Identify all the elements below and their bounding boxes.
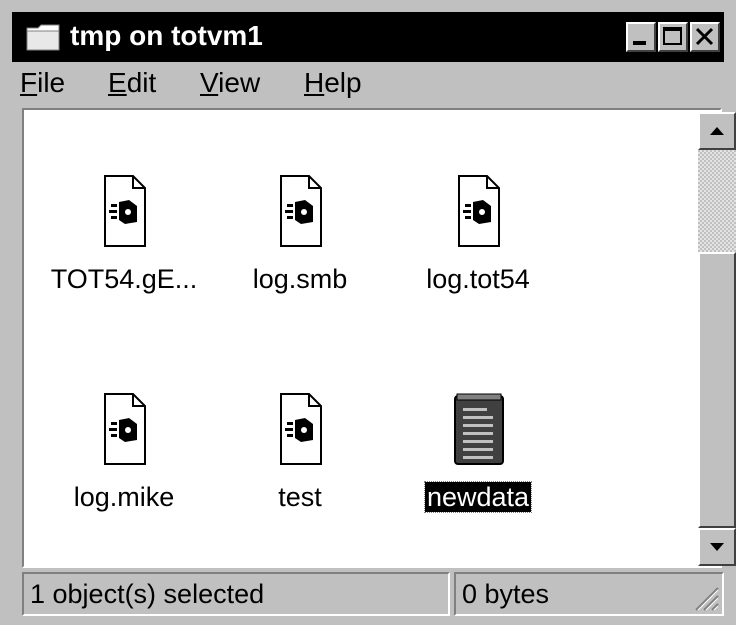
scrollbar-thumb[interactable] [698, 252, 736, 528]
menu-view-accelerator: V [200, 67, 219, 98]
menu-edit[interactable]: Edit [108, 64, 156, 102]
notepad-icon [454, 393, 504, 465]
menu-help[interactable]: Help [304, 64, 362, 102]
file-name: log.mike [73, 482, 175, 512]
menu-view[interactable]: View [200, 64, 260, 102]
status-selection: 1 object(s) selected [22, 572, 450, 616]
window-title: tmp on totvm1 [70, 20, 263, 51]
menu-file-label: ile [37, 67, 66, 98]
minimize-icon [633, 41, 646, 45]
scroll-up-button[interactable] [698, 112, 736, 150]
scroll-down-button[interactable] [698, 528, 736, 566]
close-icon [695, 27, 714, 46]
file-list-pane[interactable]: TOT54.gE... log.smb log.tot54 log.mike t… [22, 108, 736, 568]
file-icon [104, 393, 146, 465]
arrow-up-icon [710, 127, 724, 135]
file-icon [458, 175, 500, 247]
file-name: newdata [423, 481, 533, 513]
file-icon [104, 175, 146, 247]
status-size: 0 bytes [454, 572, 724, 616]
title-bar[interactable]: tmp on totvm1 [12, 12, 724, 62]
file-name: log.tot54 [426, 264, 530, 294]
minimize-button[interactable] [626, 22, 656, 52]
menu-help-accelerator: H [304, 67, 325, 98]
maximize-icon [663, 27, 682, 45]
file-name: test [278, 482, 322, 512]
explorer-window: tmp on totvm1 File Edit View Help TOT54.… [0, 0, 736, 625]
resize-grip-icon[interactable] [690, 582, 720, 612]
menu-bar: File Edit View Help [12, 62, 724, 106]
file-icon [280, 175, 322, 247]
menu-edit-label: dit [126, 67, 157, 98]
vertical-scrollbar[interactable] [698, 112, 736, 566]
arrow-down-icon [710, 543, 724, 551]
file-name: log.smb [252, 264, 348, 294]
file-name: TOT54.gE... [50, 264, 198, 294]
menu-help-label: elp [324, 67, 362, 98]
file-icon [280, 393, 322, 465]
menu-edit-accelerator: E [108, 67, 127, 98]
close-button[interactable] [690, 22, 720, 52]
folder-icon [26, 24, 60, 51]
maximize-button[interactable] [658, 22, 688, 52]
status-bar: 1 object(s) selected 0 bytes [22, 572, 724, 616]
menu-view-label: iew [218, 67, 261, 98]
menu-file[interactable]: File [20, 64, 65, 102]
menu-file-accelerator: F [20, 67, 38, 98]
status-size-text: 0 bytes [462, 579, 550, 609]
